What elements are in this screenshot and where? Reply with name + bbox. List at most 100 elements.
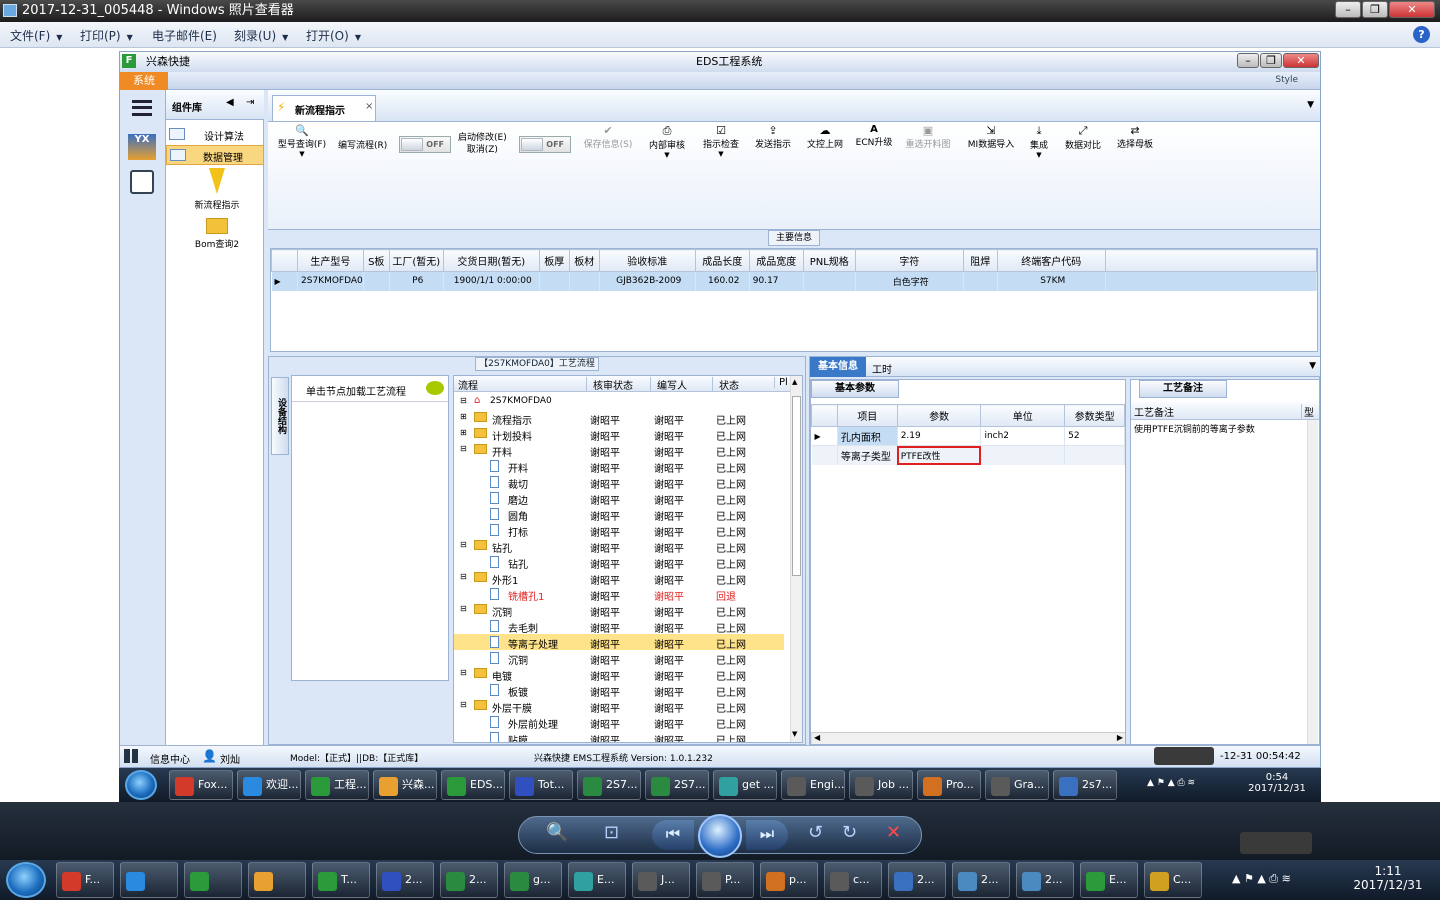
col-header[interactable]: 板厚	[538, 249, 570, 272]
taskbar-item[interactable]: Tot...	[509, 770, 573, 800]
scroll-down-icon[interactable]: ▼	[792, 730, 797, 738]
send-instr-button[interactable]: ⇪ 发送指示	[750, 124, 796, 150]
tree-row[interactable]: ⊟ 电镀 谢昭平 谢昭平 已上网	[454, 666, 784, 683]
rotate-cw-icon[interactable]: ↻	[842, 822, 857, 843]
tree-row[interactable]: 等离子处理 谢昭平 谢昭平 已上网	[454, 634, 784, 651]
yx-module-icon[interactable]: YX	[128, 134, 156, 160]
tree-row[interactable]: ⊞ 流程指示 谢昭平 谢昭平 已上网	[454, 410, 784, 427]
zoom-icon[interactable]: 🔍	[546, 822, 568, 843]
mi-import-button[interactable]: ⇲ MI数据导入	[964, 124, 1018, 150]
cell[interactable]: 52	[1064, 426, 1125, 446]
col-status[interactable]: 状态	[712, 377, 739, 392]
taskbar-item[interactable]	[120, 862, 178, 898]
tree-row[interactable]: ⊟ 外形1 谢昭平 谢昭平 已上网	[454, 570, 784, 587]
cell[interactable]	[569, 271, 600, 291]
tab-basic-params[interactable]: 基本参数	[811, 380, 899, 398]
cell[interactable]	[539, 271, 570, 291]
taskbar-item[interactable]: E...	[568, 862, 626, 898]
next-icon[interactable]: ⏭	[746, 820, 788, 850]
expand-icon[interactable]: ⊟	[460, 700, 467, 709]
taskbar-item[interactable]: 2s7...	[1053, 770, 1117, 800]
taskbar-item[interactable]: E...	[1080, 862, 1138, 898]
table-row[interactable]: ▶ 2S7KMOFDA0 P6 1900/1/1 0:00:00 GJB362B…	[271, 271, 1318, 291]
table-row[interactable]: ▶ 孔内面积 2.19 inch2 52	[811, 426, 1125, 446]
taskbar-item[interactable]: 工程...	[305, 770, 369, 800]
help-icon[interactable]: ?	[1413, 26, 1430, 43]
col-header[interactable]: 成品长度	[694, 249, 750, 272]
taskbar-item[interactable]: Engi...	[781, 770, 845, 800]
tab-work-hours[interactable]: 工时	[872, 361, 892, 376]
taskbar-item[interactable]: T...	[312, 862, 370, 898]
expand-icon[interactable]: ⊟	[460, 668, 467, 677]
taskbar-item[interactable]: 2...	[952, 862, 1010, 898]
col-header[interactable]: 字符	[854, 249, 964, 272]
cell[interactable]: 白色字符	[855, 271, 964, 291]
edit-flow-toggle[interactable]: OFF	[399, 136, 451, 153]
col-header[interactable]: 生产型号	[297, 249, 364, 272]
taskbar-item[interactable]: C...	[1144, 862, 1202, 898]
tab-basic-info[interactable]: 基本信息	[810, 357, 866, 377]
col-header[interactable]: 参数	[896, 404, 982, 427]
tree-row[interactable]: 外层前处理 谢昭平 谢昭平 已上网	[454, 714, 784, 731]
remark-text[interactable]: 使用PTFE沉铜前的等离子参数	[1134, 422, 1284, 435]
taskbar-item[interactable]: P...	[696, 862, 754, 898]
taskbar-item[interactable]: get ...	[713, 770, 777, 800]
tree-row[interactable]: 贴膜 谢昭平 谢昭平 已上网	[454, 730, 784, 742]
scroll-right-icon[interactable]: ▶	[1117, 733, 1123, 742]
tree-row[interactable]: 钻孔 谢昭平 谢昭平 已上网	[454, 554, 784, 571]
style-label[interactable]: Style	[1275, 75, 1298, 85]
edit-flow-button[interactable]: 编写流程(R)	[338, 138, 387, 151]
cell[interactable]: 1900/1/1 0:00:00	[443, 271, 540, 291]
panel-menu-icon[interactable]: ▼	[1309, 361, 1316, 371]
taskbar-item[interactable]: 2...	[376, 862, 434, 898]
cell[interactable]	[363, 271, 390, 291]
expand-icon[interactable]: ⊟	[460, 572, 467, 581]
cell[interactable]: GJB362B-2009	[599, 271, 696, 291]
scroll-thumb[interactable]	[792, 396, 801, 576]
taskbar-item[interactable]: Gra...	[985, 770, 1049, 800]
cell[interactable]	[803, 271, 856, 291]
taskbar-item[interactable]: Fox...	[169, 770, 233, 800]
integrate-button[interactable]: ⤓ 集成 ▼	[1024, 124, 1054, 159]
expand-icon[interactable]: ⊟	[460, 444, 467, 453]
reselect-img-button[interactable]: ▣ 重选开料图	[902, 124, 954, 150]
col-header[interactable]: 项目	[836, 404, 898, 427]
menu-file[interactable]: 文件(F) ▼	[10, 27, 62, 44]
previous-icon[interactable]: ⏮	[652, 820, 694, 850]
cell[interactable]: 2S7KMOFDA0	[297, 271, 364, 291]
col-type[interactable]: 型	[1301, 404, 1314, 419]
info-center-link[interactable]: 信息中心	[150, 751, 190, 766]
inner-start-button[interactable]	[125, 770, 157, 800]
params-hscrollbar[interactable]: ◀ ▶	[811, 732, 1125, 744]
tree-row[interactable]: 裁切 谢昭平 谢昭平 已上网	[454, 474, 784, 491]
data-compare-button[interactable]: ⤢ 数据对比	[1060, 124, 1106, 151]
taskbar-item[interactable]: 2S7...	[577, 770, 641, 800]
cell-highlighted[interactable]: PTFE改性	[897, 445, 982, 465]
delete-icon[interactable]: ✕	[886, 822, 901, 843]
cell[interactable]	[1064, 445, 1125, 465]
comp-bom-query[interactable]: Bom查询2	[182, 218, 252, 254]
col-header[interactable]: 单位	[980, 404, 1066, 427]
col-flow[interactable]: 流程	[458, 377, 478, 392]
col-remark[interactable]: 工艺备注	[1134, 404, 1174, 419]
col-header[interactable]: 交货日期(暂无)	[442, 249, 540, 272]
menu-open[interactable]: 打开(O) ▼	[306, 27, 361, 44]
tree-root[interactable]: ⊟ ⌂ 2S7KMOFDA0	[454, 393, 792, 409]
cell[interactable]: 160.02	[695, 271, 750, 291]
tab-close-icon[interactable]: ×	[365, 101, 373, 112]
cell[interactable]: 90.17	[749, 271, 804, 291]
scroll-left-icon[interactable]: ◀	[814, 733, 820, 742]
tree-row[interactable]: 沉铜 谢昭平 谢昭平 已上网	[454, 650, 784, 667]
col-header[interactable]: 成品宽度	[748, 249, 804, 272]
tree-row[interactable]: 磨边 谢昭平 谢昭平 已上网	[454, 490, 784, 507]
col-header[interactable]: 参数类型	[1064, 404, 1125, 427]
expand-icon[interactable]: ⊞	[460, 412, 467, 421]
taskbar-item[interactable]: J...	[632, 862, 690, 898]
hint-row[interactable]: 单击节点加载工艺流程	[292, 376, 448, 402]
cell[interactable]: 2.19	[897, 426, 982, 446]
tree-row[interactable]: 去毛刺 谢昭平 谢昭平 已上网	[454, 618, 784, 635]
col-header[interactable]: 工厂(暂无)	[388, 249, 444, 272]
col-pl[interactable]: Pl	[774, 377, 788, 388]
tree-row[interactable]: 圆角 谢昭平 谢昭平 已上网	[454, 506, 784, 523]
cell[interactable]: P6	[389, 271, 444, 291]
